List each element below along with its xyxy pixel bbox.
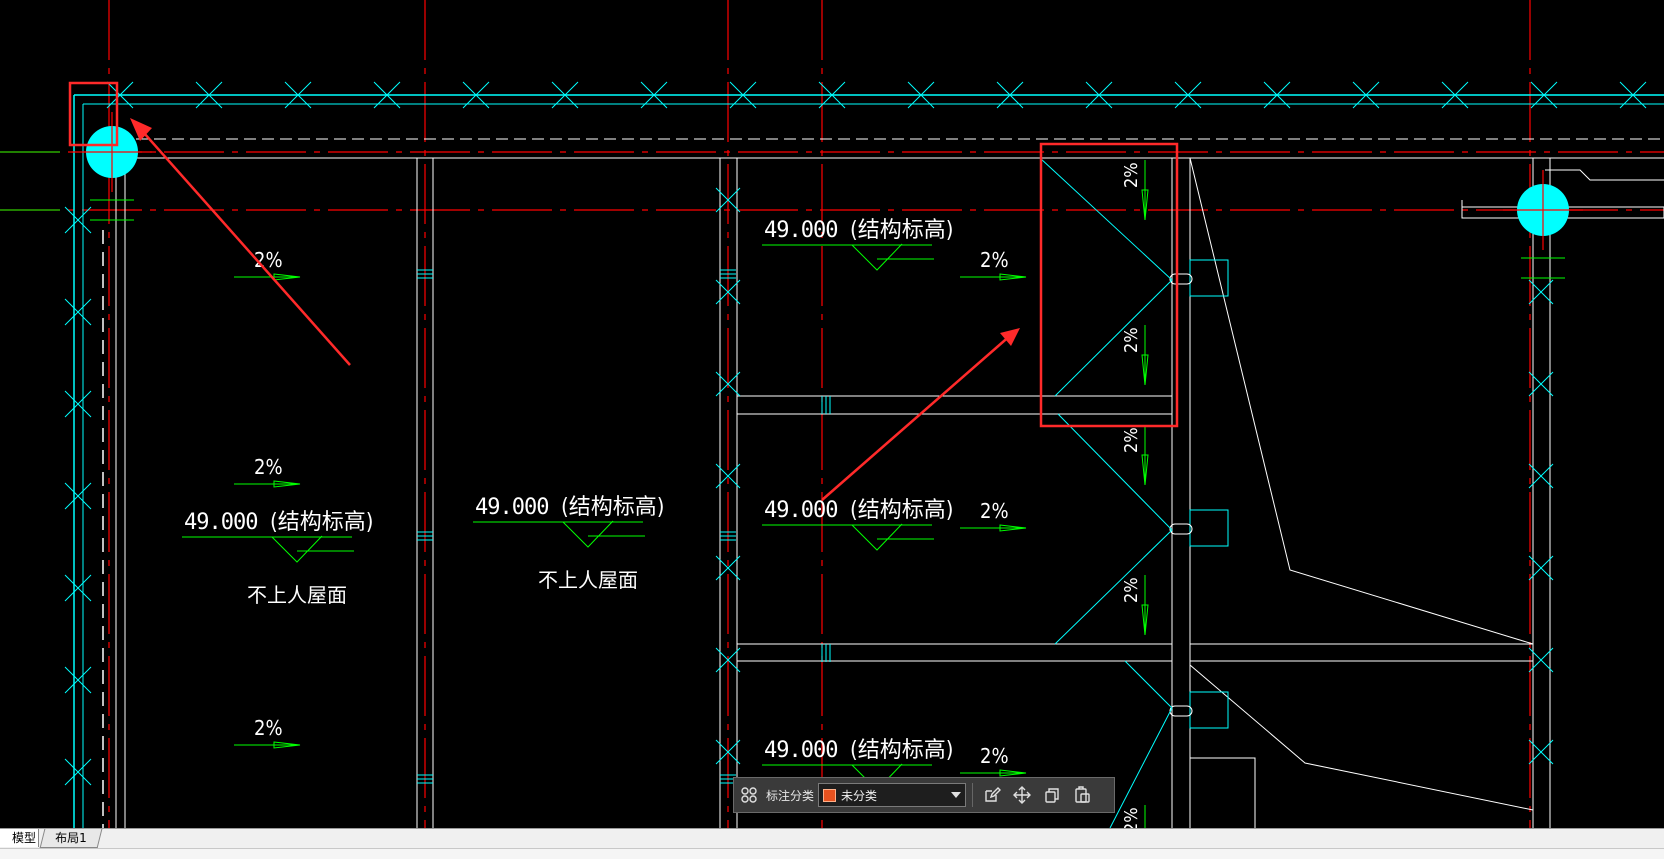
grid-icon[interactable] [734,780,764,810]
elevation-value: 49.000 [764,218,837,243]
slope-label: 2% [980,744,1009,768]
roof-outline [1190,757,1256,828]
status-strip [0,848,1664,859]
slope-label-vertical: 2% [1121,427,1142,453]
tab-layout1[interactable]: 布局1 [39,829,103,848]
drainage-valley-line [1039,157,1173,281]
roof-note: 不上人屋面 [538,568,638,592]
roof-drain [1189,509,1229,547]
elevation-note: (结构标高) [850,218,953,243]
roof-drain-pipe [1169,523,1193,535]
roof-drain [1189,691,1229,729]
elevation-note: (结构标高) [561,495,664,520]
elevation-value: 49.000 [184,510,257,535]
category-color-swatch [823,788,837,802]
slope-label-vertical: 2% [1121,807,1142,828]
chevron-down-icon [951,792,962,798]
slope-label-vertical: 2% [1121,577,1142,603]
roof-outline [1189,157,1534,645]
elevation-triangle [851,243,903,271]
elevation-value: 49.000 [764,738,837,763]
copy-icon[interactable] [1037,780,1067,810]
slope-label: 2% [980,248,1009,272]
category-dropdown[interactable]: 未分类 [818,783,967,807]
layout-tab-bar: 模型 布局1 [0,828,1664,848]
category-label: 标注分类 [766,788,815,803]
drainage-valley-line [1054,529,1173,645]
category-value: 未分类 [841,788,878,803]
elevation-note: (结构标高) [850,738,953,763]
beam-outline [1545,169,1664,181]
move-icon[interactable] [1007,780,1037,810]
elevation-triangle [851,523,903,551]
slope-label: 2% [254,716,283,740]
tab-model[interactable]: 模型 [0,829,39,847]
slope-label: 2% [254,455,283,479]
cad-drawing-canvas[interactable]: 2%2%2%2%2%2%2%2%2%2%2%49.000 (结构标高)不上人屋面4… [0,0,1664,828]
edit-icon[interactable] [977,780,1007,810]
tab-layout1-label: 布局1 [55,831,87,845]
roof-drain-pipe [1169,273,1193,285]
annotation-arrow [135,123,351,366]
paste-icon[interactable] [1067,780,1097,810]
drainage-valley-line [1124,660,1173,709]
roof-drain-pipe [1169,705,1193,717]
highlight-box [1039,142,1179,428]
slope-label-vertical: 2% [1121,327,1142,353]
annotation-arrow [821,333,1013,501]
toolbar-divider [972,783,974,807]
roof-note: 不上人屋面 [247,583,347,607]
elevation-triangle [271,535,323,563]
elevation-value: 49.000 [475,495,548,520]
annotation-toolbar: 标注分类 未分类 [733,777,1115,813]
elevation-note: (结构标高) [270,510,373,535]
drainage-valley-line [1057,413,1173,531]
elevation-value: 49.000 [764,498,837,523]
slope-label: 2% [980,499,1009,523]
elevation-note: (结构标高) [850,498,953,523]
drainage-valley-line [1054,279,1173,397]
elevation-triangle [562,520,614,548]
slope-label-vertical: 2% [1121,162,1142,188]
roof-outline [1189,664,1534,811]
